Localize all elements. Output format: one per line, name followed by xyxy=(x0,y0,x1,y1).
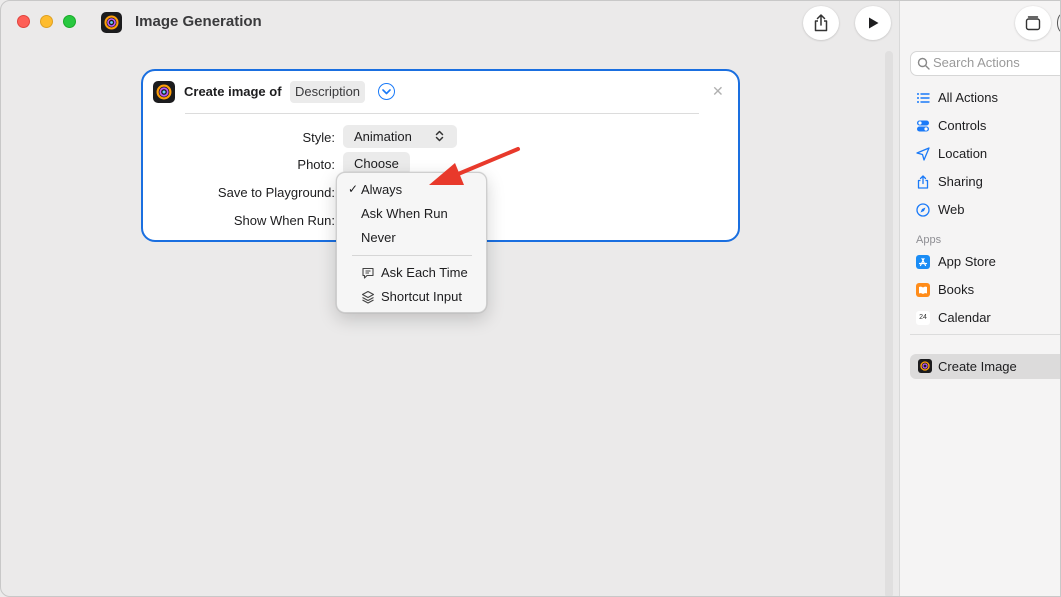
menu-item-shortcut-input[interactable]: Shortcut Input xyxy=(337,286,488,308)
save-to-playground-label: Save to Playground: xyxy=(217,185,335,200)
chevron-down-icon xyxy=(382,88,391,94)
location-arrow-icon xyxy=(916,147,930,161)
expand-options-button[interactable] xyxy=(378,83,395,100)
speech-bubble-icon xyxy=(362,267,374,279)
share-icon xyxy=(917,175,929,189)
save-to-playground-menu: ✓ Always Ask When Run Never Ask Each Tim… xyxy=(336,172,487,313)
close-window-button[interactable] xyxy=(17,15,30,28)
checkmark-icon: ✓ xyxy=(348,182,359,196)
shortcuts-window: Image Generation Create image of Descrip… xyxy=(0,0,1061,597)
menu-item-ask-each-time[interactable]: Ask Each Time xyxy=(337,262,488,284)
description-token[interactable]: Description xyxy=(290,81,366,103)
style-label: Style: xyxy=(302,130,335,145)
image-playground-icon xyxy=(918,359,932,373)
window-title: Image Generation xyxy=(135,13,262,30)
sidebar-item-books[interactable]: Books xyxy=(916,281,1060,301)
apps-section-header: Apps xyxy=(916,234,942,246)
image-playground-icon xyxy=(153,81,175,103)
sidebar-item-app-store[interactable]: App Store xyxy=(916,253,1060,273)
sidebar-item-location[interactable]: Location xyxy=(916,145,1060,165)
compass-icon xyxy=(916,203,930,217)
books-icon xyxy=(916,283,930,297)
show-when-run-label: Show When Run: xyxy=(233,213,335,228)
stack-icon xyxy=(1025,16,1041,31)
action-heading: Create image of xyxy=(184,84,282,99)
app-store-icon xyxy=(916,255,930,269)
photo-label: Photo: xyxy=(297,157,335,172)
share-icon xyxy=(814,14,828,32)
toggles-icon xyxy=(917,120,929,132)
style-value: Animation xyxy=(354,129,412,144)
search-icon xyxy=(917,57,930,70)
search-field[interactable] xyxy=(910,51,1060,76)
menu-separator xyxy=(352,255,472,256)
editor-scrollbar[interactable] xyxy=(885,51,893,596)
sidebar-item-controls[interactable]: Controls xyxy=(916,117,1060,137)
info-button[interactable] xyxy=(1057,13,1060,33)
remove-action-button[interactable]: ✕ xyxy=(712,83,724,100)
sidebar-item-calendar[interactable]: 24 Calendar xyxy=(916,309,1060,329)
sidebar-item-create-image[interactable]: Create Image xyxy=(910,354,1060,379)
image-playground-icon xyxy=(101,12,122,33)
calendar-icon: 24 xyxy=(916,311,930,325)
menu-item-ask-when-run[interactable]: Ask When Run xyxy=(337,203,488,225)
layers-icon xyxy=(361,290,375,304)
actions-sidebar: All Actions Controls Location Sharing xyxy=(899,1,1060,596)
sidebar-item-label: Create Image xyxy=(938,359,1017,374)
run-button[interactable] xyxy=(855,6,891,40)
sidebar-item-web[interactable]: Web xyxy=(916,201,1060,221)
search-input[interactable] xyxy=(933,55,1060,70)
sidebar-divider xyxy=(910,334,1060,335)
list-icon xyxy=(917,93,930,103)
play-icon xyxy=(869,17,879,29)
sidebar-item-all-actions[interactable]: All Actions xyxy=(916,89,1060,109)
menu-item-never[interactable]: Never xyxy=(337,227,488,249)
zoom-window-button[interactable] xyxy=(63,15,76,28)
annotation-arrow xyxy=(429,147,520,185)
card-divider xyxy=(185,113,699,114)
library-toggle-button[interactable] xyxy=(1015,6,1051,40)
minimize-window-button[interactable] xyxy=(40,15,53,28)
sidebar-item-sharing[interactable]: Sharing xyxy=(916,173,1060,193)
share-button[interactable] xyxy=(803,6,839,40)
